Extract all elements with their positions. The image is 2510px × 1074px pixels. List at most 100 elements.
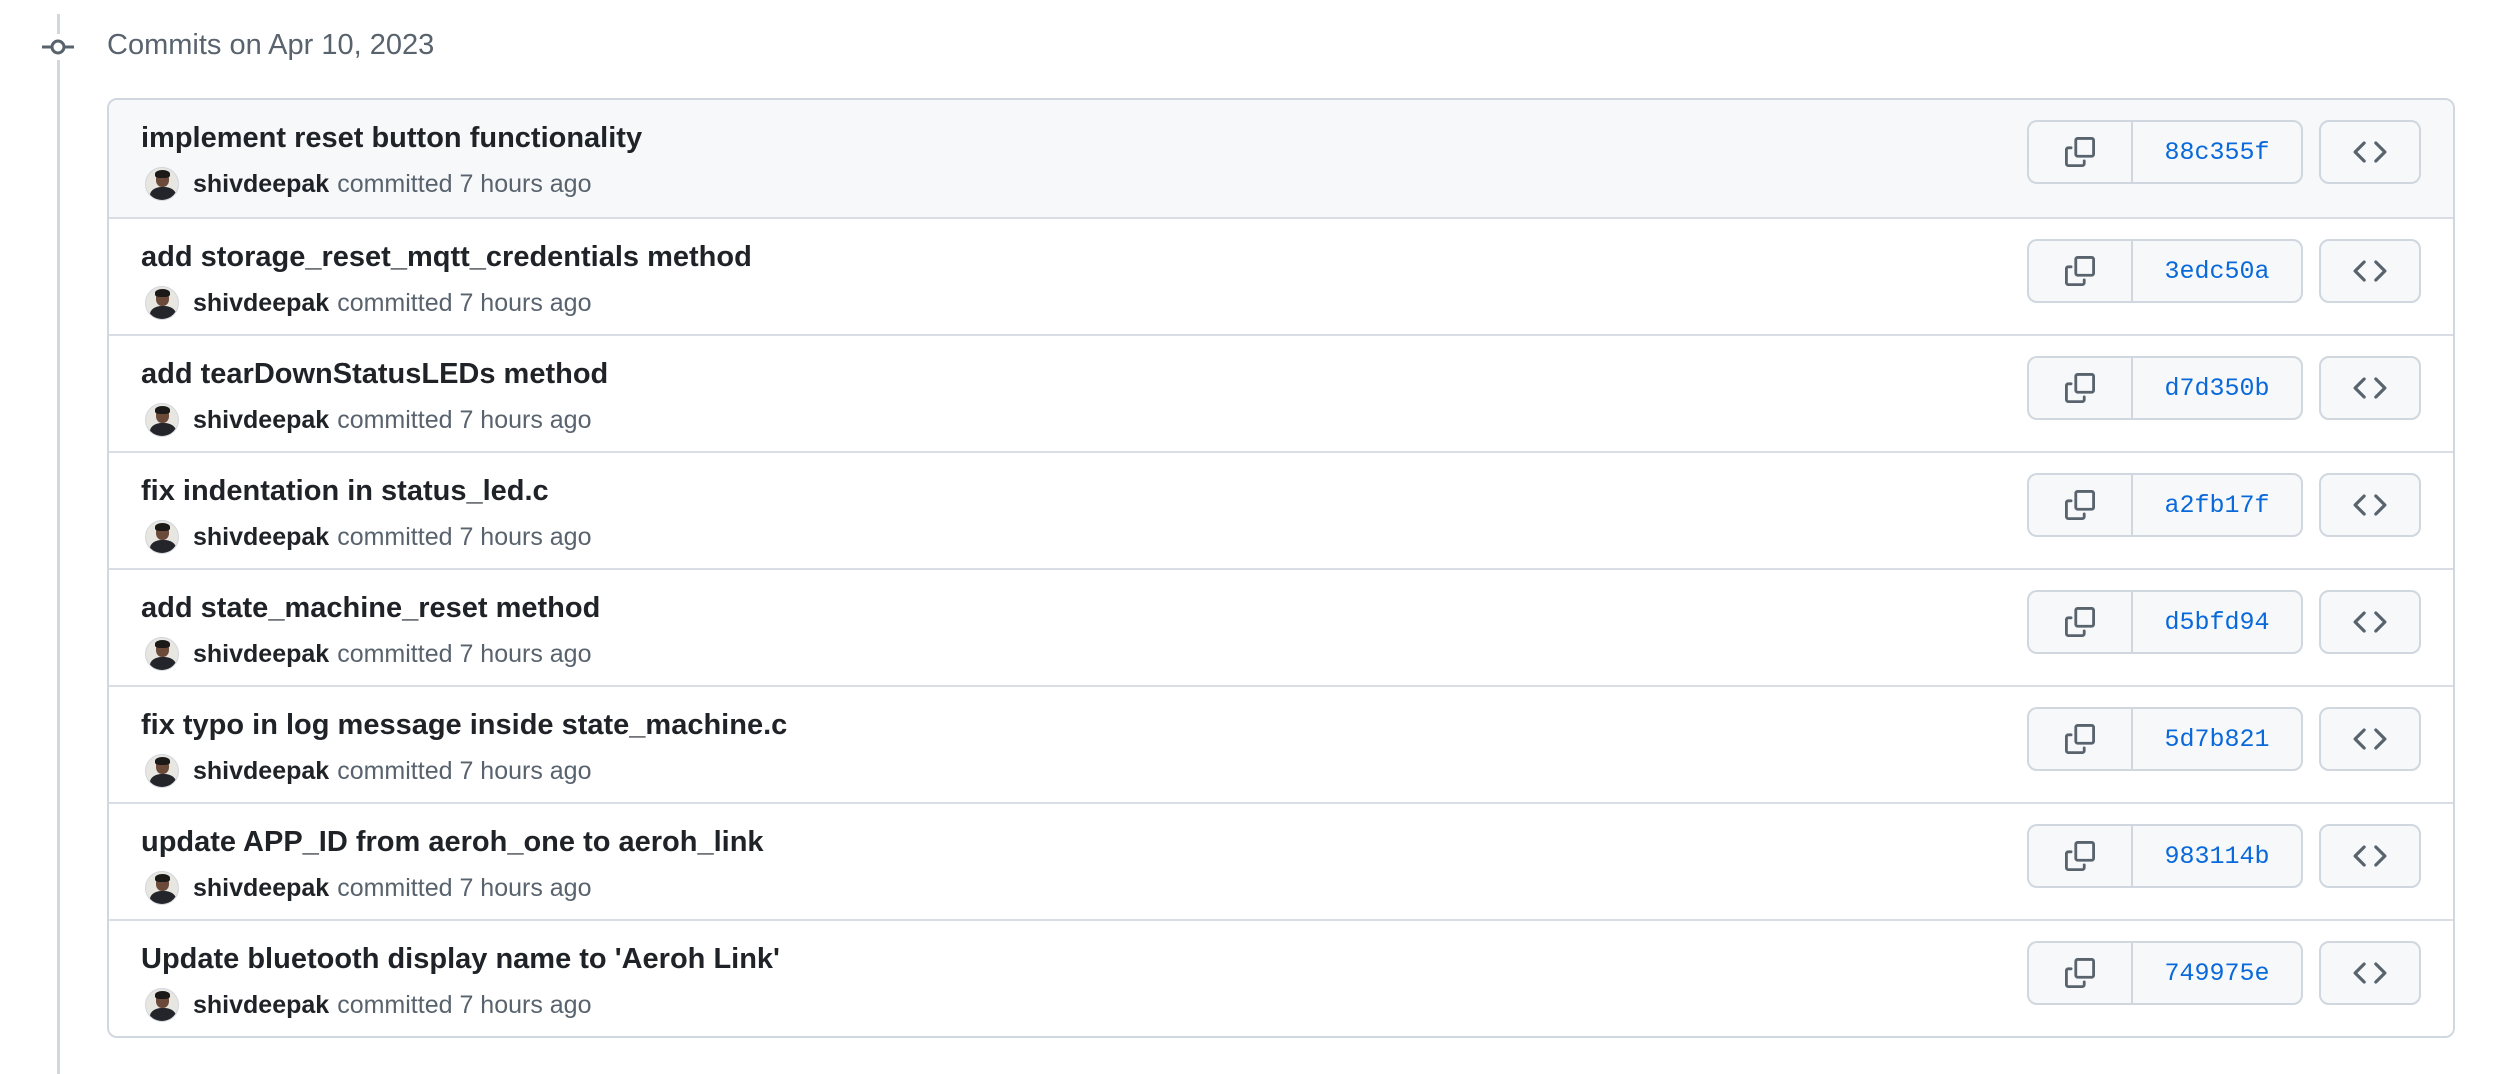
commit-sha-link[interactable]: 3edc50a — [2133, 241, 2301, 301]
commit-time: committed 7 hours ago — [337, 639, 592, 668]
author-link[interactable]: shivdeepak — [193, 170, 329, 199]
commit-row: Update bluetooth display name to 'Aeroh … — [109, 919, 2453, 1036]
sha-button-group: 88c355f — [2027, 120, 2303, 184]
code-icon — [2353, 611, 2387, 633]
commit-title-link[interactable]: add state_machine_reset method — [141, 590, 600, 626]
commit-title-link[interactable]: implement reset button functionality — [141, 120, 642, 156]
code-icon — [2353, 494, 2387, 516]
commit-time: committed 7 hours ago — [337, 169, 592, 198]
commit-title-link[interactable]: Update bluetooth display name to 'Aeroh … — [141, 941, 780, 977]
sha-button-group: 983114b — [2027, 824, 2303, 888]
browse-repo-button[interactable] — [2319, 707, 2421, 771]
commit-time: committed 7 hours ago — [337, 288, 592, 317]
author-avatar[interactable] — [145, 167, 179, 201]
author-link[interactable]: shivdeepak — [193, 406, 329, 435]
browse-repo-button[interactable] — [2319, 356, 2421, 420]
commit-actions: 88c355f — [2027, 120, 2421, 184]
commit-actions: a2fb17f — [2027, 473, 2421, 537]
browse-repo-button[interactable] — [2319, 590, 2421, 654]
commit-time: committed 7 hours ago — [337, 405, 592, 434]
commit-time: committed 7 hours ago — [337, 990, 592, 1019]
author-avatar[interactable] — [145, 754, 179, 788]
browse-repo-button[interactable] — [2319, 473, 2421, 537]
commit-title-link[interactable]: update APP_ID from aeroh_one to aeroh_li… — [141, 824, 764, 860]
commit-sha-link[interactable]: a2fb17f — [2133, 475, 2301, 535]
copy-sha-button[interactable] — [2029, 241, 2133, 301]
author-avatar[interactable] — [145, 871, 179, 905]
code-icon — [2353, 260, 2387, 282]
code-icon — [2353, 377, 2387, 399]
author-avatar[interactable] — [145, 637, 179, 671]
sha-button-group: d7d350b — [2027, 356, 2303, 420]
commit-title-link[interactable]: fix typo in log message inside state_mac… — [141, 707, 787, 743]
author-avatar[interactable] — [145, 286, 179, 320]
commit-row: add storage_reset_mqtt_credentials metho… — [109, 217, 2453, 334]
commit-sha-link[interactable]: 983114b — [2133, 826, 2301, 886]
copy-sha-button[interactable] — [2029, 943, 2133, 1003]
code-icon — [2353, 141, 2387, 163]
copy-icon — [2065, 607, 2095, 637]
commit-actions: d5bfd94 — [2027, 590, 2421, 654]
timeline-line — [57, 14, 60, 1074]
author-avatar[interactable] — [145, 520, 179, 554]
commit-meta: shivdeepak committed 7 hours ago — [145, 517, 591, 557]
commit-actions: 3edc50a — [2027, 239, 2421, 303]
copy-icon — [2065, 724, 2095, 754]
copy-icon — [2065, 958, 2095, 988]
copy-sha-button[interactable] — [2029, 709, 2133, 769]
author-link[interactable]: shivdeepak — [193, 523, 329, 552]
commit-list: implement reset button functionality shi… — [107, 98, 2455, 1038]
commit-sha-link[interactable]: 88c355f — [2133, 122, 2301, 182]
commit-sha-link[interactable]: 5d7b821 — [2133, 709, 2301, 769]
author-avatar[interactable] — [145, 988, 179, 1022]
commit-group-header: Commits on Apr 10, 2023 — [107, 29, 435, 61]
commit-actions: 983114b — [2027, 824, 2421, 888]
copy-icon — [2065, 256, 2095, 286]
copy-sha-button[interactable] — [2029, 358, 2133, 418]
commit-row: add tearDownStatusLEDs method shivdeepak… — [109, 334, 2453, 451]
commit-meta: shivdeepak committed 7 hours ago — [145, 751, 591, 791]
commit-time: committed 7 hours ago — [337, 873, 592, 902]
commit-sha-link[interactable]: d7d350b — [2133, 358, 2301, 418]
git-commit-icon — [42, 34, 74, 60]
copy-icon — [2065, 841, 2095, 871]
copy-sha-button[interactable] — [2029, 592, 2133, 652]
sha-button-group: d5bfd94 — [2027, 590, 2303, 654]
commit-row: update APP_ID from aeroh_one to aeroh_li… — [109, 802, 2453, 919]
commit-row: implement reset button functionality shi… — [109, 100, 2453, 217]
commit-actions: 749975e — [2027, 941, 2421, 1005]
browse-repo-button[interactable] — [2319, 941, 2421, 1005]
commit-sha-link[interactable]: d5bfd94 — [2133, 592, 2301, 652]
author-link[interactable]: shivdeepak — [193, 289, 329, 318]
commit-meta: shivdeepak committed 7 hours ago — [145, 868, 591, 908]
commit-meta: shivdeepak committed 7 hours ago — [145, 164, 591, 204]
commit-title-link[interactable]: add tearDownStatusLEDs method — [141, 356, 608, 392]
browse-repo-button[interactable] — [2319, 239, 2421, 303]
commit-row: fix indentation in status_led.c shivdeep… — [109, 451, 2453, 568]
copy-sha-button[interactable] — [2029, 475, 2133, 535]
commit-sha-link[interactable]: 749975e — [2133, 943, 2301, 1003]
author-link[interactable]: shivdeepak — [193, 874, 329, 903]
commit-actions: 5d7b821 — [2027, 707, 2421, 771]
copy-sha-button[interactable] — [2029, 122, 2133, 182]
commit-title-link[interactable]: add storage_reset_mqtt_credentials metho… — [141, 239, 752, 275]
copy-icon — [2065, 373, 2095, 403]
author-avatar[interactable] — [145, 403, 179, 437]
browse-repo-button[interactable] — [2319, 120, 2421, 184]
sha-button-group: 3edc50a — [2027, 239, 2303, 303]
author-link[interactable]: shivdeepak — [193, 757, 329, 786]
code-icon — [2353, 845, 2387, 867]
commit-time: committed 7 hours ago — [337, 756, 592, 785]
copy-sha-button[interactable] — [2029, 826, 2133, 886]
commit-meta: shivdeepak committed 7 hours ago — [145, 400, 591, 440]
copy-icon — [2065, 490, 2095, 520]
commit-meta: shivdeepak committed 7 hours ago — [145, 283, 591, 323]
commit-meta: shivdeepak committed 7 hours ago — [145, 634, 591, 674]
commit-title-link[interactable]: fix indentation in status_led.c — [141, 473, 549, 509]
sha-button-group: 5d7b821 — [2027, 707, 2303, 771]
sha-button-group: a2fb17f — [2027, 473, 2303, 537]
sha-button-group: 749975e — [2027, 941, 2303, 1005]
author-link[interactable]: shivdeepak — [193, 991, 329, 1020]
browse-repo-button[interactable] — [2319, 824, 2421, 888]
author-link[interactable]: shivdeepak — [193, 640, 329, 669]
